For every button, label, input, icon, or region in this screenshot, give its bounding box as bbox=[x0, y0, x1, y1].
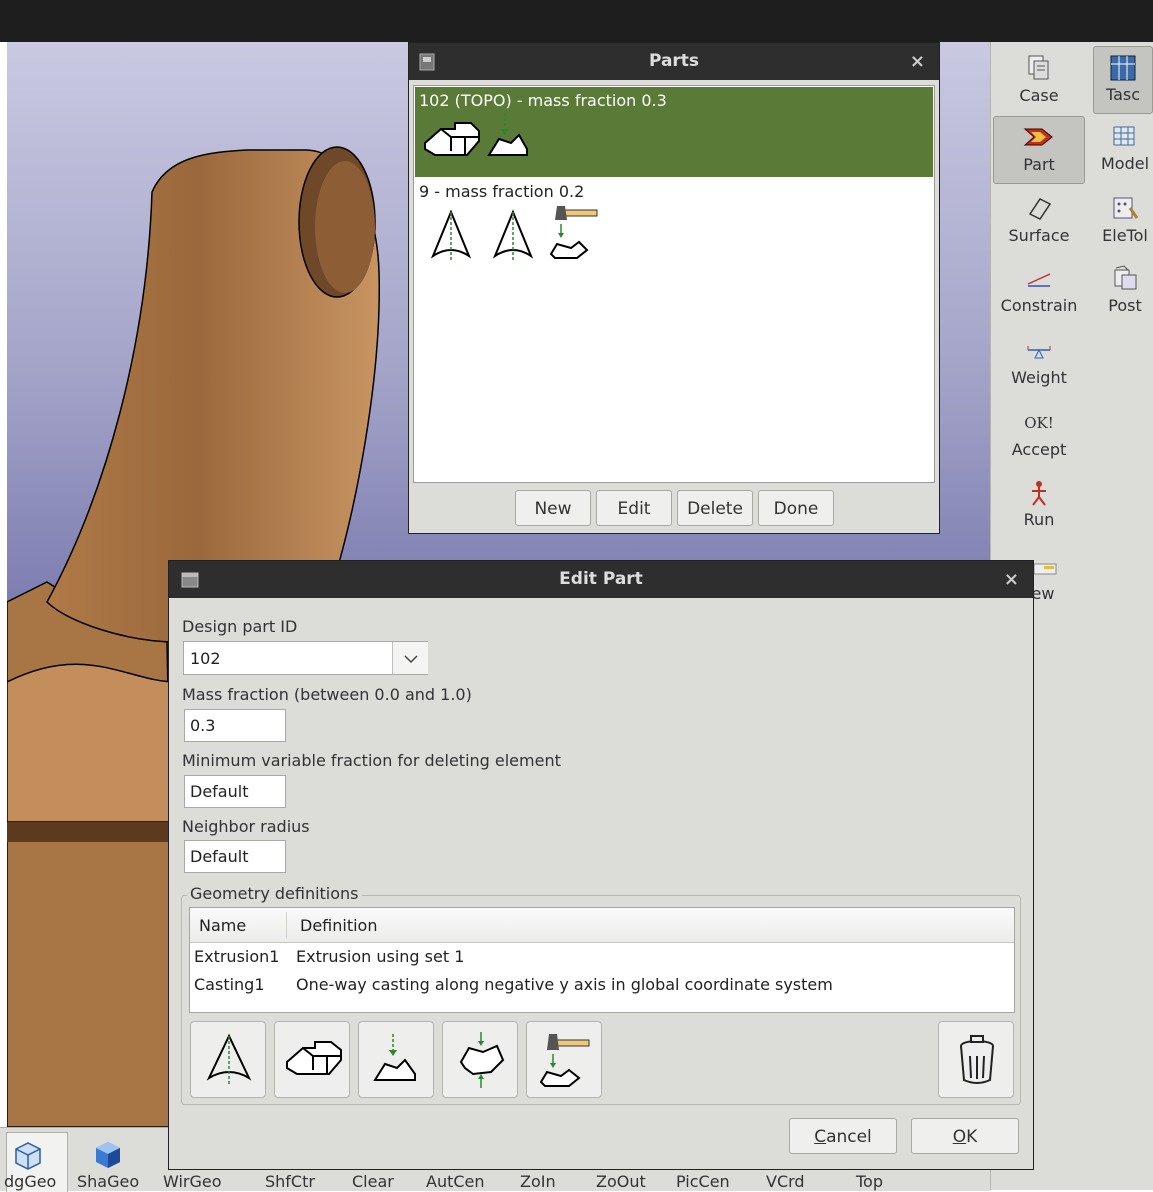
symmetry-icon bbox=[206, 1033, 252, 1086]
two-way-casting-icon bbox=[459, 1032, 505, 1088]
part-item-9[interactable]: 9 - mass fraction 0.2 bbox=[415, 178, 933, 274]
table-header: Name Definition bbox=[190, 908, 1014, 943]
model-icon bbox=[1113, 126, 1135, 146]
column-header-definition[interactable]: Definition bbox=[300, 916, 377, 935]
run-button[interactable]: Run bbox=[999, 472, 1079, 538]
top-button[interactable]: Top bbox=[856, 1172, 883, 1191]
close-icon[interactable]: × bbox=[1004, 561, 1019, 598]
part-button[interactable]: Part bbox=[993, 116, 1085, 184]
wirgeo-button[interactable]: WirGeo bbox=[163, 1172, 222, 1191]
stamping-icon bbox=[549, 206, 598, 259]
mass-fraction-input[interactable]: 0.3 bbox=[184, 709, 286, 742]
cube-shaded-icon bbox=[96, 1142, 120, 1168]
geometry-name: Casting1 bbox=[194, 975, 265, 994]
new-button[interactable]: New bbox=[515, 490, 591, 526]
chevron-down-icon bbox=[404, 655, 418, 664]
weight-icon bbox=[1027, 346, 1051, 359]
mass-fraction-label: Mass fraction (between 0.0 and 1.0) bbox=[182, 685, 472, 704]
eletol-button[interactable]: EleTol bbox=[1085, 188, 1153, 254]
case-button[interactable]: Case bbox=[999, 48, 1079, 114]
shfctr-button[interactable]: ShfCtr bbox=[265, 1172, 315, 1191]
neighbor-radius-input[interactable]: Default bbox=[184, 840, 286, 873]
casting-icon bbox=[373, 1034, 416, 1081]
cube-outline-icon bbox=[15, 1142, 41, 1170]
case-icon bbox=[1028, 55, 1049, 80]
casting-icon bbox=[487, 113, 528, 156]
neighbor-radius-label: Neighbor radius bbox=[182, 817, 310, 836]
tasc-icon bbox=[1110, 55, 1136, 81]
dropdown-toggle[interactable] bbox=[392, 642, 428, 674]
part-item-label: 102 (TOPO) - mass fraction 0.3 bbox=[419, 91, 667, 110]
zoout-button[interactable]: ZoOut bbox=[596, 1172, 646, 1191]
tasc-button[interactable]: Tasc bbox=[1093, 46, 1153, 114]
parts-dialog: Parts × 102 (TOPO) - mass fraction 0.3 9… bbox=[408, 42, 940, 534]
part-icon bbox=[1023, 128, 1053, 146]
vcrd-button[interactable]: VCrd bbox=[766, 1172, 805, 1191]
add-two-way-casting-button[interactable] bbox=[442, 1021, 518, 1098]
clear-button[interactable]: Clear bbox=[352, 1172, 394, 1191]
done-button[interactable]: Done bbox=[758, 490, 834, 526]
column-header-name[interactable]: Name bbox=[199, 916, 246, 935]
eletol-icon bbox=[1113, 197, 1139, 219]
geometry-name: Extrusion1 bbox=[194, 947, 280, 966]
min-variable-fraction-label: Minimum variable fraction for deleting e… bbox=[182, 751, 561, 770]
design-part-id-value: 102 bbox=[190, 649, 221, 668]
edit-part-dialog: Edit Part × Design part ID 102 Mass frac… bbox=[168, 560, 1034, 1170]
stamping-icon bbox=[539, 1034, 590, 1087]
dggeo-label: dgGeo bbox=[4, 1172, 57, 1191]
cancel-button[interactable]: Cancel bbox=[789, 1118, 897, 1154]
post-icon bbox=[1114, 265, 1137, 290]
design-part-id-label: Design part ID bbox=[182, 617, 298, 636]
add-stamping-button[interactable] bbox=[526, 1021, 602, 1098]
accept-button[interactable]: OK! Accept bbox=[999, 402, 1079, 468]
part-item-label: 9 - mass fraction 0.2 bbox=[419, 182, 585, 201]
add-casting-button[interactable] bbox=[358, 1021, 434, 1098]
window-icon bbox=[419, 53, 435, 71]
top-bar bbox=[0, 0, 1153, 42]
constrain-button[interactable]: Constrain bbox=[999, 258, 1079, 324]
part-item-102[interactable]: 102 (TOPO) - mass fraction 0.3 bbox=[415, 87, 933, 177]
table-row[interactable]: Extrusion1 Extrusion using set 1 bbox=[190, 944, 1014, 972]
add-extrusion-button[interactable] bbox=[274, 1021, 350, 1098]
close-icon[interactable]: × bbox=[910, 43, 925, 80]
weight-button[interactable]: Weight bbox=[999, 330, 1079, 396]
trash-icon bbox=[960, 1035, 994, 1084]
symmetry-icon bbox=[430, 209, 472, 262]
geometry-definitions-label: Geometry definitions bbox=[187, 884, 362, 903]
window-icon bbox=[181, 572, 199, 588]
shageo-label: ShaGeo bbox=[77, 1172, 140, 1191]
geometry-table[interactable]: Name Definition Extrusion1 Extrusion usi… bbox=[189, 907, 1015, 1013]
extrusion-icon bbox=[286, 1041, 342, 1075]
autcen-button[interactable]: AutCen bbox=[426, 1172, 485, 1191]
ok-icon: OK! bbox=[1024, 414, 1054, 432]
model-button[interactable]: Model bbox=[1085, 116, 1153, 182]
table-row[interactable]: Casting1 One-way casting along negative … bbox=[190, 972, 1014, 1000]
extrusion-icon bbox=[424, 122, 480, 156]
edit-part-title: Edit Part bbox=[559, 569, 643, 589]
surface-icon bbox=[1028, 198, 1052, 220]
design-part-id-select[interactable]: 102 bbox=[183, 641, 428, 675]
parts-title: Parts bbox=[648, 51, 700, 71]
post-button[interactable]: Post bbox=[1085, 258, 1153, 324]
run-icon bbox=[1032, 481, 1046, 506]
symmetry-icon bbox=[492, 209, 534, 262]
delete-geometry-button[interactable] bbox=[938, 1021, 1014, 1098]
delete-button[interactable]: Delete bbox=[677, 490, 753, 526]
geometry-definition: Extrusion using set 1 bbox=[296, 947, 465, 966]
edit-button[interactable]: Edit bbox=[596, 490, 672, 526]
add-symmetry-button[interactable] bbox=[190, 1021, 266, 1098]
constrain-icon bbox=[1027, 273, 1051, 287]
min-variable-fraction-input[interactable]: Default bbox=[184, 775, 286, 808]
piccen-button[interactable]: PicCen bbox=[676, 1172, 730, 1191]
parts-list[interactable]: 102 (TOPO) - mass fraction 0.3 9 - mass … bbox=[413, 85, 935, 483]
zoin-button[interactable]: ZoIn bbox=[520, 1172, 556, 1191]
edit-part-title-bar[interactable]: Edit Part × bbox=[169, 561, 1033, 598]
geometry-definition: One-way casting along negative y axis in… bbox=[296, 975, 833, 994]
surface-button[interactable]: Surface bbox=[999, 188, 1079, 254]
parts-title-bar[interactable]: Parts × bbox=[409, 43, 939, 80]
ok-button[interactable]: OK bbox=[911, 1118, 1019, 1154]
